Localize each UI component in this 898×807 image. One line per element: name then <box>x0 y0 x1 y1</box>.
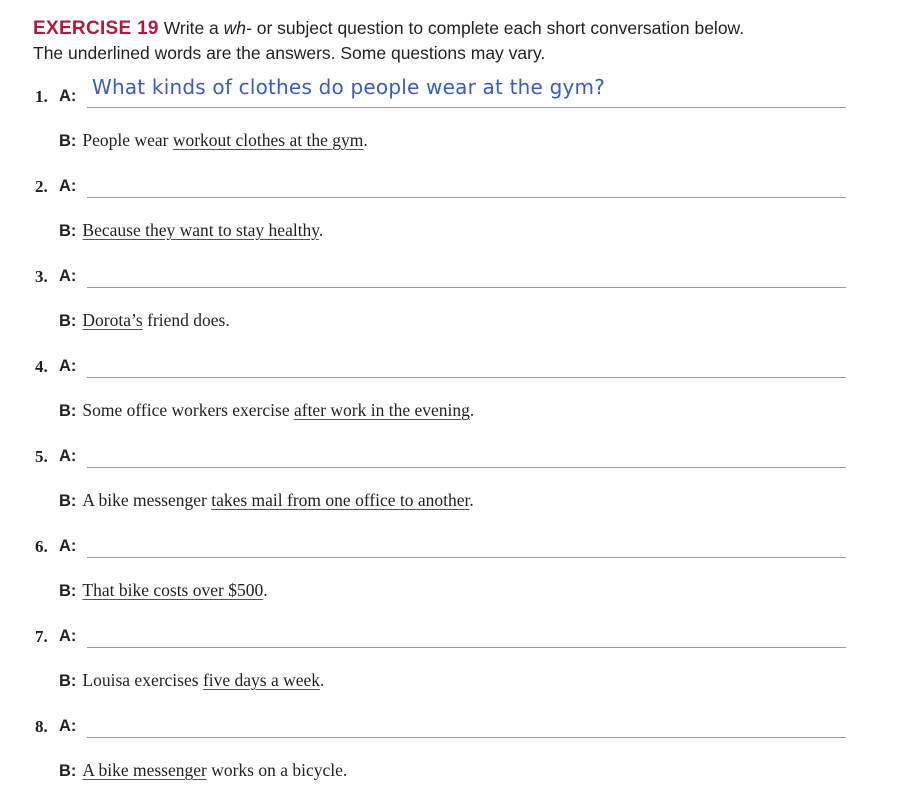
item-number: 2. <box>35 177 48 196</box>
speaker-a-label: A: <box>59 537 77 555</box>
answer-line[interactable] <box>87 737 846 738</box>
response-text: . <box>469 400 475 420</box>
speaker-b-response: B: A bike messenger takes mail from one o… <box>59 490 474 511</box>
speaker-a-label: A: <box>59 267 77 285</box>
answer-line[interactable] <box>87 197 846 198</box>
underlined-answer: takes mail from one office to another <box>211 490 470 510</box>
item-number: 1. <box>35 87 48 106</box>
item-number: 8. <box>35 717 48 736</box>
instruction-text: Write a wh- or subject question to compl… <box>163 18 745 38</box>
speaker-b-response: B: People wear workout clothes at the gym… <box>59 130 368 151</box>
speaker-b-response: B: A bike messenger works on a bicycle. <box>59 760 347 781</box>
speaker-a-label: A: <box>59 447 77 465</box>
response-text: . <box>263 580 268 600</box>
speaker-b-response: B: That bike costs over $500. <box>59 580 268 601</box>
conversation-item: 2. A: B: Because they want to stay healthy. <box>0 177 898 267</box>
answer-line[interactable] <box>87 467 846 468</box>
response-text: Louisa exercises <box>82 670 203 690</box>
conversation-item: 4. A: B: Some office workers exercise after… <box>0 357 898 447</box>
speaker-b-response: B: Because they want to stay healthy. <box>59 220 323 241</box>
underlined-answer: A bike messenger <box>82 760 207 780</box>
speaker-b-label: B: <box>59 672 77 690</box>
speaker-b-label: B: <box>59 582 77 600</box>
item-number: 3. <box>35 267 48 286</box>
speaker-b-label: B: <box>59 222 77 240</box>
speaker-b-response: B: Louisa exercises five days a week. <box>59 670 324 691</box>
underlined-answer: after work in the evening <box>293 400 470 420</box>
handwritten-answer: What kinds of clothes do people wear at … <box>92 75 606 99</box>
response-text: friend does. <box>142 310 230 330</box>
item-number: 7. <box>35 627 48 646</box>
speaker-b-label: B: <box>59 492 77 510</box>
item-number: 5. <box>35 447 48 466</box>
answer-line[interactable] <box>87 287 846 288</box>
response-text: works on a bicycle. <box>206 760 348 780</box>
speaker-a-label: A: <box>59 87 77 105</box>
underlined-answer: Dorota’s <box>82 310 143 330</box>
conversation-item: 1. A: What kinds of clothes do people wear… <box>0 75 898 177</box>
answer-line[interactable] <box>87 647 846 648</box>
response-text: People wear <box>82 130 173 150</box>
exercise-instructions: EXERCISE 19 Write a wh- or subject quest… <box>33 16 883 65</box>
conversation-item: 3. A: B: Dorota’s friend does. <box>0 267 898 357</box>
instruction-line-2: The underlined words are the answers. So… <box>33 43 546 63</box>
conversation-item: 5. A: B: A bike messenger takes mail from o… <box>0 447 898 537</box>
speaker-b-response: B: Dorota’s friend does. <box>59 310 230 331</box>
response-text: . <box>320 670 325 690</box>
item-number: 4. <box>35 357 48 376</box>
conversation-item: 7. A: B: Louisa exercises five days a week. <box>0 627 898 717</box>
speaker-b-label: B: <box>59 312 77 330</box>
answer-line[interactable] <box>87 107 846 108</box>
response-text: . <box>469 490 474 510</box>
speaker-b-response: B: Some office workers exercise after wor… <box>59 400 474 421</box>
response-text: . <box>363 130 368 150</box>
conversation-item: 6. A: B: That bike costs over $500. <box>0 537 898 627</box>
speaker-a-label: A: <box>59 357 77 375</box>
conversation-item: 8. A: B: A bike messenger works on a bicycl… <box>0 717 898 807</box>
item-number: 6. <box>35 537 48 556</box>
response-text: Some office workers exercise <box>82 400 294 420</box>
underlined-answer: five days a week <box>202 670 321 690</box>
answer-line[interactable] <box>87 557 846 558</box>
response-text: A bike messenger <box>82 490 212 510</box>
speaker-a-label: A: <box>59 177 77 195</box>
wh-term: wh- <box>223 18 252 38</box>
speaker-b-label: B: <box>59 132 77 150</box>
answer-line[interactable] <box>87 377 846 378</box>
speaker-b-label: B: <box>59 402 77 420</box>
speaker-a-label: A: <box>59 717 77 735</box>
underlined-answer: Because they want to stay healthy <box>82 220 319 240</box>
exercise-label: EXERCISE 19 <box>33 18 159 39</box>
speaker-a-label: A: <box>59 627 77 645</box>
speaker-b-label: B: <box>59 762 77 780</box>
underlined-answer: workout clothes at the gym <box>172 130 364 150</box>
underlined-answer: That bike costs over $500 <box>82 580 264 600</box>
response-text: . <box>318 220 324 240</box>
